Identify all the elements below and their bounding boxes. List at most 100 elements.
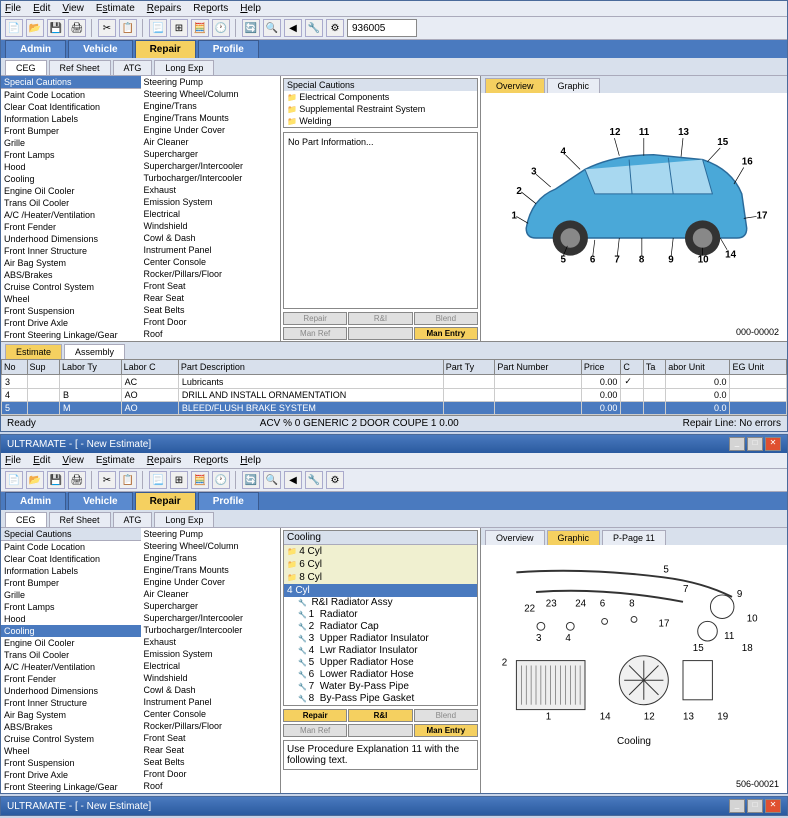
action-button[interactable]: Blend [414,312,478,325]
grid-header[interactable]: Sup [27,360,59,375]
category-item[interactable]: Front Door [141,316,281,328]
category-item[interactable]: Emission System [141,196,281,208]
category-item[interactable]: Rocker/Pillars/Floor [141,268,281,280]
maximize-button[interactable]: □ [747,799,763,813]
caution-item[interactable]: Supplemental Restraint System [284,103,477,115]
category-item[interactable]: Seat Belts [141,304,281,316]
menu-reports[interactable]: Reports [193,3,228,14]
category-item[interactable]: Supercharger [141,148,281,160]
main-tab-admin[interactable]: Admin [5,492,66,510]
category-item[interactable]: Center Console [141,256,281,268]
part-item[interactable]: 1 Radiator [284,609,477,621]
category-item[interactable]: Front Drive Axle [1,769,141,781]
category-item[interactable]: Roof [141,780,281,792]
right-tab[interactable]: P-Page 11 [602,530,666,545]
part-category[interactable]: 8 Cyl [284,571,477,584]
category-item[interactable]: Clear Coat Identification [1,553,141,565]
main-tab-admin[interactable]: Admin [5,40,66,58]
calc-icon[interactable]: 🧮 [191,471,209,489]
caution-item[interactable]: Welding [284,115,477,127]
grid-icon[interactable]: ⊞ [170,471,188,489]
category-item[interactable]: Engine/Trans Mounts [141,564,281,576]
save-icon[interactable]: 💾 [47,471,65,489]
close-button[interactable]: ✕ [765,799,781,813]
sub-tab[interactable]: Long Exp [154,512,214,527]
clock-icon[interactable]: 🕐 [212,19,230,37]
sub-tab[interactable]: ATG [113,512,153,527]
cut-icon[interactable]: ✂ [98,471,116,489]
grid-icon[interactable]: ⊞ [170,19,188,37]
main-tab-profile[interactable]: Profile [198,492,259,510]
search-input[interactable] [347,19,417,37]
grid-row[interactable]: 5MAOBLEED/FLUSH BRAKE SYSTEM0.000.0 [2,402,787,415]
category-item[interactable]: Engine Oil Cooler [1,185,141,197]
category-item[interactable]: Center Console [141,708,281,720]
category-item[interactable]: Cowl & Dash [141,232,281,244]
category-item[interactable]: Air Cleaner [141,136,281,148]
part-item[interactable]: R&I Radiator Assy [284,597,477,609]
category-item[interactable]: Engine Under Cover [141,124,281,136]
part-item[interactable]: 3 Upper Radiator Insulator [284,633,477,645]
menu-file[interactable]: File [5,455,21,466]
category-item[interactable]: Engine Oil Cooler [1,637,141,649]
open-icon[interactable]: 📂 [26,471,44,489]
category-item[interactable]: Front Lamps [1,149,141,161]
menu-reports[interactable]: Reports [193,455,228,466]
category-item[interactable]: Cowl & Dash [141,684,281,696]
category-item[interactable]: Cruise Control System [1,281,141,293]
main-tab-vehicle[interactable]: Vehicle [68,492,132,510]
category-item[interactable]: Cooling [1,173,141,185]
category-item[interactable]: Trans Oil Cooler [1,197,141,209]
category-item[interactable]: Supercharger [141,600,281,612]
category-item[interactable]: Front Steering Linkage/Gear [1,781,141,793]
right-tab[interactable]: Graphic [547,78,601,93]
category-item[interactable]: Windshield [141,672,281,684]
category-item[interactable]: Instrument Panel [141,244,281,256]
search-icon[interactable]: 🔍 [263,471,281,489]
sub-tab[interactable]: ATG [113,60,153,75]
category-item[interactable]: Wheel [1,293,141,305]
grid-header[interactable]: Ta [643,360,665,375]
category-item[interactable]: Front Inner Structure [1,245,141,257]
action-button[interactable]: Repair [283,709,347,722]
category-item[interactable]: Front Suspension [1,305,141,317]
maximize-button[interactable]: □ [747,437,763,451]
new-icon[interactable]: 📄 [5,471,23,489]
category-item[interactable]: Front Seat [141,732,281,744]
category-item[interactable]: Instrument Panel [141,696,281,708]
category-item[interactable]: Front Bumper [1,125,141,137]
category-item[interactable]: Supercharger/Intercooler [141,160,281,172]
part-item[interactable]: 2 Radiator Cap [284,621,477,633]
category-item[interactable]: Information Labels [1,113,141,125]
category-item[interactable]: Front Suspension [1,757,141,769]
category-item[interactable]: A/C /Heater/Ventilation [1,209,141,221]
menu-repairs[interactable]: Repairs [147,3,181,14]
sub-tab[interactable]: CEG [5,512,47,527]
category-item[interactable]: Emission System [141,648,281,660]
clock-icon[interactable]: 🕐 [212,471,230,489]
category-item[interactable]: Electrical [141,660,281,672]
category-item[interactable]: Front Seat [141,280,281,292]
action-button[interactable]: R&I [348,709,412,722]
menu-help[interactable]: Help [240,455,261,466]
category-item[interactable]: Cruise Control System [1,733,141,745]
col1-header[interactable]: Special Cautions [1,528,141,541]
main-tab-vehicle[interactable]: Vehicle [68,40,132,58]
category-item[interactable]: Trans Oil Cooler [1,649,141,661]
right-tab[interactable]: Overview [485,530,545,545]
grid-header[interactable]: Labor Ty [60,360,122,375]
right-tab[interactable]: Overview [485,78,545,93]
grid-header[interactable]: No [2,360,28,375]
category-item[interactable]: Front Bumper [1,577,141,589]
category-item[interactable]: Electrical [141,208,281,220]
copy-icon[interactable]: 📋 [119,471,137,489]
category-item[interactable]: Cooling [1,625,141,637]
category-item[interactable]: Seat Belts [141,756,281,768]
list-icon[interactable]: 📃 [149,19,167,37]
part-item[interactable]: 7 Water By-Pass Pipe [284,681,477,693]
category-item[interactable]: Engine Under Cover [141,576,281,588]
category-item[interactable]: Front Inner Structure [1,697,141,709]
category-item[interactable]: Steering Wheel/Column [141,540,281,552]
menu-file[interactable]: File [5,3,21,14]
copy-icon[interactable]: 📋 [119,19,137,37]
